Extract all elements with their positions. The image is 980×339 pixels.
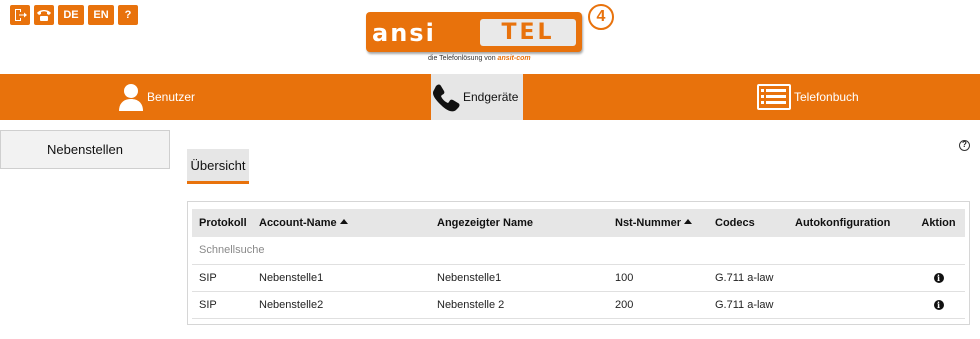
- help-icon[interactable]: ?: [959, 140, 970, 151]
- logo-tagline-brand: ansit-com: [497, 55, 531, 62]
- phonebook-icon: [756, 83, 792, 111]
- cell-codecs: G.711 a-law: [708, 291, 788, 319]
- cell-account-name: Nebenstelle1: [252, 264, 430, 292]
- language-en-button[interactable]: EN: [88, 5, 114, 25]
- nav-phonebook[interactable]: Telefonbuch: [756, 74, 859, 120]
- top-toolbar: DE EN ?: [10, 5, 138, 25]
- col-autoconfig: Autokonfiguration: [788, 209, 912, 237]
- col-display-name: Angezeigter Name: [430, 209, 608, 237]
- cell-autoconfig: [788, 264, 912, 292]
- cell-protocol: SIP: [192, 291, 252, 319]
- table-row[interactable]: SIP Nebenstelle1 Nebenstelle1 100 G.711 …: [192, 264, 965, 292]
- nav-devices[interactable]: Endgeräte: [431, 74, 523, 120]
- cell-display-name: Nebenstelle1: [430, 264, 608, 292]
- extensions-table-container: Protokoll Account-Name Angezeigter Name …: [187, 201, 970, 325]
- info-icon[interactable]: i: [933, 299, 944, 310]
- help-button[interactable]: ?: [118, 5, 138, 25]
- cell-protocol: SIP: [192, 264, 252, 292]
- cell-action: i: [912, 291, 965, 319]
- language-de-button[interactable]: DE: [58, 5, 84, 25]
- cell-ext-number: 100: [608, 264, 708, 292]
- nav-users[interactable]: Benutzer: [117, 74, 195, 120]
- col-ext-number-label: Nst-Nummer: [615, 217, 692, 229]
- quick-search-row[interactable]: Schnellsuche: [192, 237, 965, 265]
- nav-phonebook-label: Telefonbuch: [794, 90, 859, 104]
- logout-icon[interactable]: [10, 5, 30, 25]
- logo-tagline-prefix: die Telefonlösung von: [428, 55, 496, 62]
- user-icon: [117, 82, 145, 112]
- quick-search-field[interactable]: Schnellsuche: [192, 237, 965, 265]
- cell-account-name: Nebenstelle2: [252, 291, 430, 319]
- sidebar-item-extensions[interactable]: Nebenstellen: [0, 130, 170, 169]
- col-ext-number[interactable]: Nst-Nummer: [608, 209, 708, 237]
- table-row[interactable]: SIP Nebenstelle2 Nebenstelle 2 200 G.711…: [192, 291, 965, 319]
- table-header-row: Protokoll Account-Name Angezeigter Name …: [192, 209, 965, 237]
- logo-text-left: ansi: [372, 19, 436, 47]
- nav-devices-label: Endgeräte: [463, 90, 519, 104]
- logo-tagline: die Telefonlösung von ansit-com: [428, 55, 531, 62]
- logo-box: ansi TEL: [366, 12, 582, 52]
- logo-text-right: TEL: [480, 19, 576, 46]
- cell-autoconfig: [788, 291, 912, 319]
- cell-codecs: G.711 a-law: [708, 264, 788, 292]
- col-codecs: Codecs: [708, 209, 788, 237]
- col-protocol: Protokoll: [192, 209, 252, 237]
- cell-ext-number: 200: [608, 291, 708, 319]
- extensions-table: Protokoll Account-Name Angezeigter Name …: [192, 209, 965, 319]
- col-account-name-label: Account-Name: [259, 217, 348, 229]
- main-nav: Benutzer Endgeräte Telefonbuch: [0, 74, 980, 120]
- nav-users-label: Benutzer: [147, 90, 196, 104]
- tab-overview[interactable]: Übersicht: [187, 149, 249, 184]
- handset-icon: [431, 82, 461, 112]
- info-icon[interactable]: i: [933, 272, 944, 283]
- brand-logo: ansi TEL 4 die Telefonlösung von ansit-c…: [366, 4, 616, 70]
- col-account-name[interactable]: Account-Name: [252, 209, 430, 237]
- cell-action: i: [912, 264, 965, 292]
- cell-display-name: Nebenstelle 2: [430, 291, 608, 319]
- phone-icon[interactable]: [34, 5, 54, 25]
- logo-version: 4: [588, 4, 614, 30]
- col-action: Aktion: [912, 209, 965, 237]
